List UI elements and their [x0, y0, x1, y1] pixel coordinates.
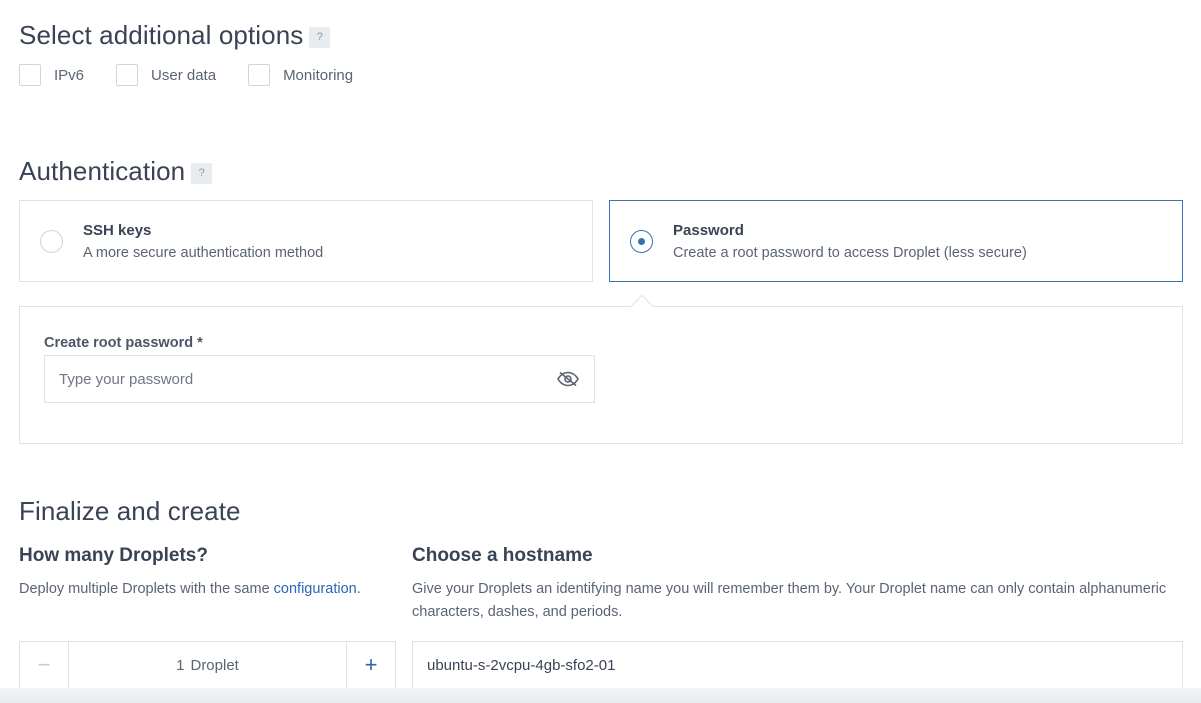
ipv6-checkbox[interactable]: [19, 64, 41, 86]
ssh-keys-option[interactable]: SSH keys A more secure authentication me…: [19, 200, 593, 282]
ipv6-label: IPv6: [54, 66, 85, 84]
root-password-panel: Create root password *: [19, 306, 1183, 444]
ssh-keys-title: SSH keys: [83, 222, 152, 239]
option-ipv6[interactable]: IPv6: [19, 64, 84, 86]
monitoring-checkbox[interactable]: [248, 64, 271, 86]
bottom-bar: [0, 688, 1201, 703]
additional-options-title: Select additional options: [19, 20, 304, 50]
hostname-heading: Choose a hostname: [412, 545, 593, 566]
droplet-count-desc-text: Deploy multiple Droplets with the same: [19, 581, 274, 597]
help-icon[interactable]: ?: [191, 163, 213, 184]
password-subtitle: Create a root password to access Droplet…: [673, 245, 1027, 261]
droplet-count-desc-period: .: [356, 581, 361, 597]
configuration-link[interactable]: configuration: [274, 581, 357, 597]
additional-options-list: IPv6 User data Monitoring: [19, 64, 385, 86]
show-password-eye-icon[interactable]: [557, 371, 579, 387]
root-password-input[interactable]: [44, 355, 595, 403]
user-data-label: User data: [151, 66, 217, 84]
root-password-label: Create root password *: [44, 335, 203, 351]
droplet-count-unit: Droplet: [190, 656, 239, 674]
droplet-quantity: 1 Droplet: [69, 642, 346, 688]
droplet-quantity-stepper: − 1 Droplet +: [19, 641, 396, 689]
hostname-input[interactable]: [412, 641, 1183, 689]
password-radio[interactable]: [630, 230, 653, 253]
ssh-keys-subtitle: A more secure authentication method: [83, 245, 324, 261]
increment-button[interactable]: +: [346, 642, 395, 688]
droplet-count-value: 1: [176, 656, 185, 674]
additional-options-heading: Select additional options?: [19, 20, 331, 51]
user-data-checkbox[interactable]: [116, 64, 139, 86]
authentication-title: Authentication: [19, 156, 186, 186]
monitoring-label: Monitoring: [283, 66, 354, 84]
decrement-button[interactable]: −: [20, 642, 69, 688]
option-monitoring[interactable]: Monitoring: [248, 64, 353, 86]
password-title: Password: [673, 222, 744, 239]
hostname-description: Give your Droplets an identifying name y…: [412, 581, 1167, 620]
help-icon[interactable]: ?: [309, 27, 331, 48]
finalize-heading: Finalize and create: [19, 496, 241, 526]
ssh-keys-radio[interactable]: [40, 230, 63, 253]
password-option[interactable]: Password Create a root password to acces…: [609, 200, 1183, 282]
droplet-count-description: Deploy multiple Droplets with the same c…: [19, 578, 399, 601]
droplet-count-heading: How many Droplets?: [19, 545, 208, 566]
option-user-data[interactable]: User data: [116, 64, 216, 86]
authentication-heading: Authentication?: [19, 156, 213, 187]
